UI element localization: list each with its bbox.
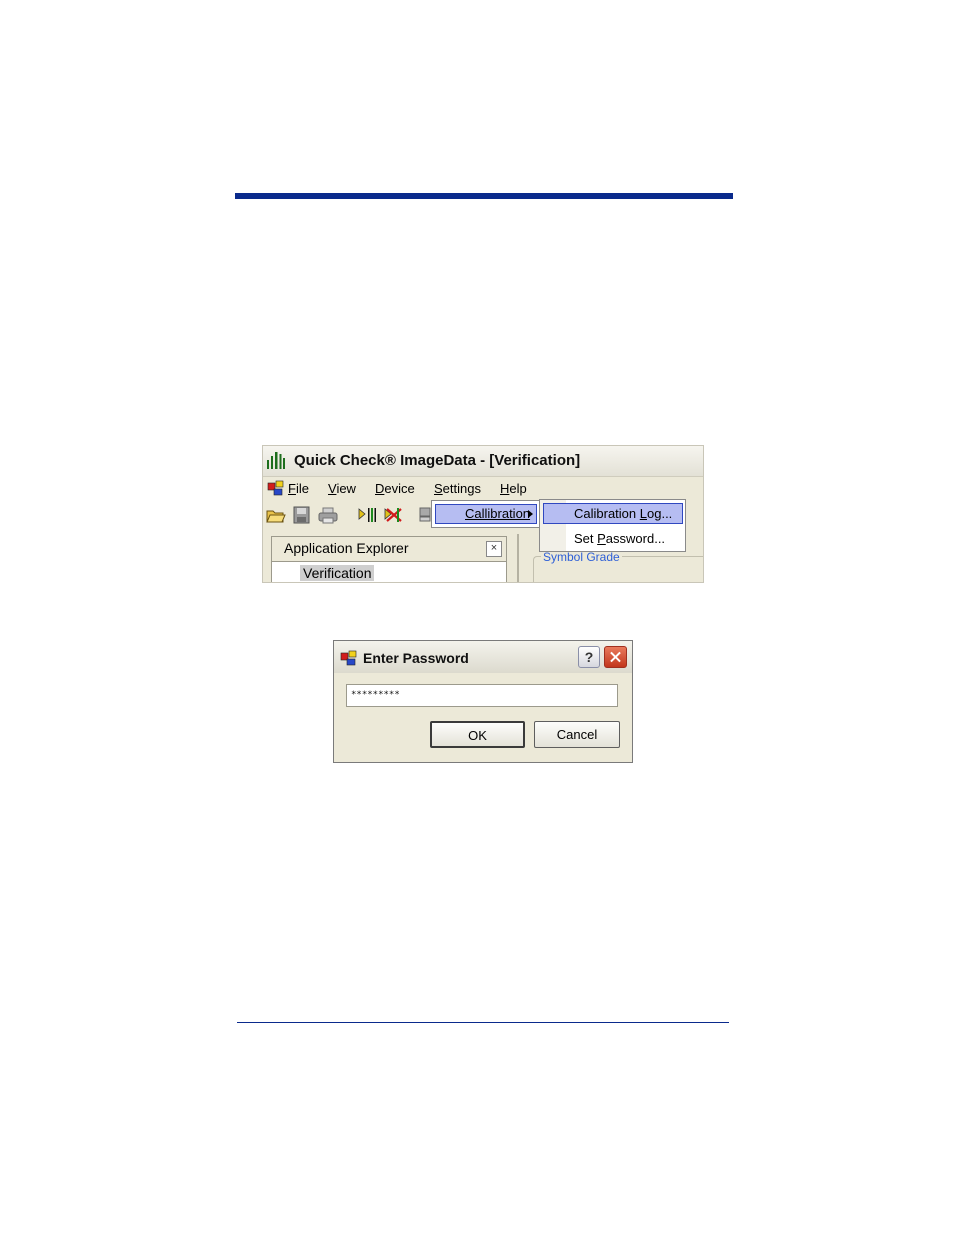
title-bar: Quick Check® ImageData - [Verification] [263,446,703,477]
menu-item-callibration[interactable]: Callibration [435,504,537,524]
menu-file[interactable]: File [288,481,309,496]
password-field[interactable]: ********* [346,684,618,707]
submenu-arrow-icon [528,510,533,518]
enter-password-dialog: Enter Password ? ********* OK Cancel [333,640,633,763]
settings-dropdown: Callibration [431,500,541,528]
close-button[interactable] [604,646,627,668]
dialog-title-bar: Enter Password ? [334,641,632,673]
help-button[interactable]: ? [578,646,600,668]
menu-help[interactable]: Help [500,481,527,496]
application-icon [340,650,357,666]
print-icon[interactable] [318,506,338,524]
callibration-label: Callibration [465,506,531,521]
menu-view[interactable]: View [328,481,356,496]
menu-settings[interactable]: Settings [434,481,481,496]
calibration-submenu: Calibration Log... Set Password... [539,499,686,552]
header-rule [235,193,733,199]
save-icon[interactable] [292,506,312,524]
menu-bar: File View Device Settings Help [263,477,703,499]
symbol-grade-label: Symbol Grade [541,550,622,564]
explorer-title: Application Explorer [284,540,409,556]
scan-red-icon[interactable] [383,506,403,524]
application-icon[interactable] [267,480,284,496]
explorer-tree: Verification [272,561,506,582]
dialog-title: Enter Password [363,650,469,666]
tree-item-verification[interactable]: Verification [300,565,375,581]
window-title: Quick Check® ImageData - [Verification] [294,452,581,469]
menu-device[interactable]: Device [375,481,415,496]
close-icon[interactable]: × [486,541,502,557]
cancel-button[interactable]: Cancel [534,721,620,748]
calibration-log-label: Calibration Log... [574,506,673,521]
open-folder-icon[interactable] [266,506,286,524]
footer-rule [237,1022,729,1023]
application-explorer-panel: Application Explorer × Verification [271,536,507,582]
menu-item-set-password[interactable]: Set Password... [574,531,665,546]
ok-button[interactable]: OK [430,721,525,748]
menu-item-calibration-log[interactable]: Calibration Log... [543,503,683,524]
barcode-logo-icon [267,452,285,469]
scan-green-icon[interactable] [357,506,377,524]
application-window: Quick Check® ImageData - [Verification] … [262,445,704,583]
